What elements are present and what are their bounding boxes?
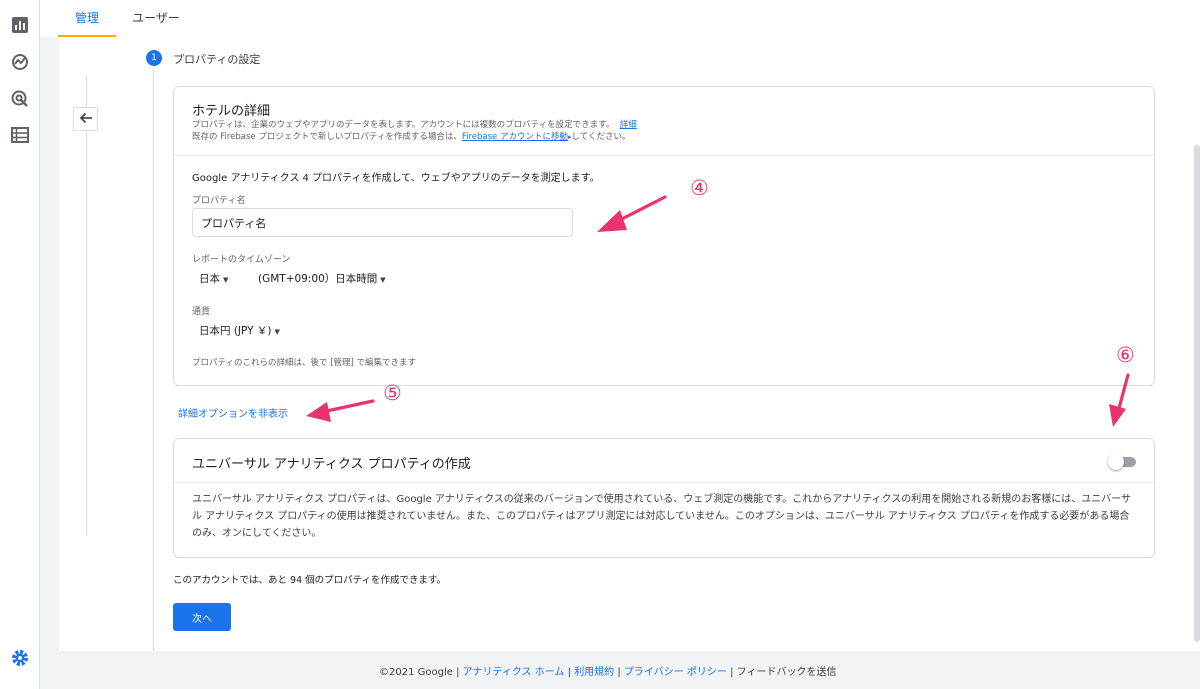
- left-nav-rail: [0, 0, 40, 689]
- hide-advanced-options-link[interactable]: 詳細オプションを非表示: [178, 405, 288, 420]
- bar-chart-icon[interactable]: [10, 15, 30, 35]
- tab-bar: 管理 ユーザー: [40, 0, 1200, 37]
- tab-admin[interactable]: 管理: [58, 0, 116, 37]
- list-icon[interactable]: [10, 125, 30, 145]
- step-number-badge: 1: [146, 50, 162, 66]
- footer-feedback-link[interactable]: フィードバックを送信: [737, 667, 837, 678]
- next-button[interactable]: 次へ: [173, 603, 231, 631]
- target-icon[interactable]: [10, 89, 30, 109]
- learn-more-link[interactable]: 詳細: [620, 120, 637, 130]
- ga4-intro-text: Google アナリティクス 4 プロパティを作成して、ウェブやアプリのデータを…: [192, 173, 600, 184]
- remaining-properties-text: このアカウントでは、あと 94 個のプロパティを作成できます。: [173, 575, 447, 586]
- back-button[interactable]: [73, 107, 98, 131]
- card-description-line-2: 既存の Firebase プロジェクトで新しいプロパティを作成する場合は、Fir…: [192, 132, 631, 142]
- tab-users[interactable]: ユーザー: [124, 0, 188, 37]
- ua-card-title: ユニバーサル アナリティクス プロパティの作成: [192, 457, 471, 472]
- annotation-number-6: ⑥: [1116, 343, 1135, 367]
- universal-analytics-card: ユニバーサル アナリティクス プロパティの作成 ユニバーサル アナリティクス プ…: [173, 438, 1155, 558]
- ua-toggle-knob: [1108, 454, 1124, 470]
- property-name-input[interactable]: [193, 209, 572, 236]
- realtime-icon[interactable]: [10, 52, 30, 72]
- card-divider: [174, 155, 1154, 156]
- ua-description: ユニバーサル アナリティクス プロパティは、Google アナリティクスの従来の…: [192, 494, 1131, 539]
- footer-privacy-link[interactable]: プライバシー ポリシー: [624, 667, 727, 678]
- currency-label: 通貨: [192, 307, 211, 317]
- footer-terms-link[interactable]: 利用規約: [574, 667, 614, 678]
- currency-select[interactable]: 日本円 (JPY ￥) ▼: [199, 323, 280, 338]
- timezone-select[interactable]: (GMT+09:00）日本時間 ▼: [258, 271, 386, 286]
- timezone-label: レポートのタイムゾーン: [192, 255, 291, 265]
- footer: ©2021 Google | アナリティクス ホーム | 利用規約 | プライバ…: [379, 667, 837, 678]
- gear-icon[interactable]: [10, 648, 30, 668]
- left-guide-line: [86, 76, 87, 536]
- property-name-label: プロパティ名: [192, 196, 246, 206]
- caret-down-icon: ▼: [380, 276, 386, 284]
- edit-later-note: プロパティのこれらの詳細は、後で [管理] で編集できます: [192, 358, 417, 368]
- step-title: プロパティの設定: [173, 53, 261, 66]
- annotation-number-4: ④: [690, 176, 709, 200]
- ua-card-divider: [174, 482, 1154, 483]
- property-name-field[interactable]: [192, 208, 573, 237]
- step-line: [153, 68, 154, 651]
- arrow-left-icon: [79, 110, 93, 129]
- caret-down-icon: ▼: [274, 328, 280, 336]
- footer-analytics-home-link[interactable]: アナリティクス ホーム: [463, 667, 565, 678]
- annotation-number-5: ⑤: [383, 381, 402, 405]
- ua-toggle[interactable]: [1108, 454, 1136, 470]
- property-details-card: ホテルの詳細 プロパティは、企業のウェブやアプリのデータを表します。アカウントに…: [173, 86, 1155, 386]
- scrollbar-thumb[interactable]: [1194, 145, 1200, 642]
- card-description-line-1: プロパティは、企業のウェブやアプリのデータを表します。アカウントには複数のプロパ…: [192, 120, 637, 130]
- firebase-account-link[interactable]: Firebase アカウントに移動: [462, 132, 568, 142]
- footer-copyright: ©2021 Google: [379, 667, 453, 678]
- timezone-country-select[interactable]: 日本 ▼: [199, 271, 228, 286]
- card-title: ホテルの詳細: [192, 104, 271, 119]
- caret-down-icon: ▼: [223, 276, 229, 284]
